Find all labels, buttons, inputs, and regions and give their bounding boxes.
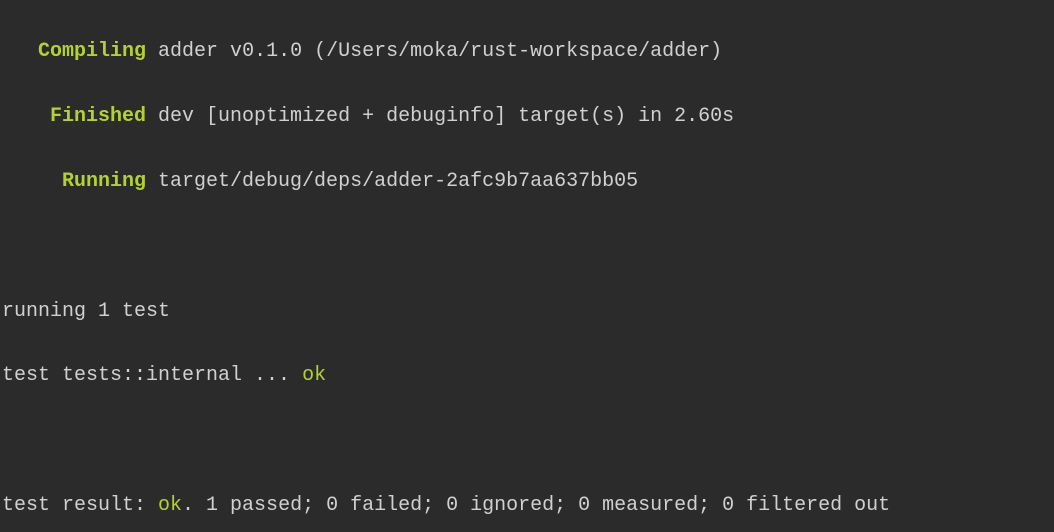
test-status: ok (302, 364, 326, 387)
finished-text: dev [unoptimized + debuginfo] target(s) … (146, 105, 734, 128)
compiling-text: adder v0.1.0 (/Users/moka/rust-workspace… (146, 40, 722, 63)
running-label: Running (62, 170, 146, 193)
blank-line (2, 425, 1052, 457)
finished-label: Finished (50, 105, 146, 128)
result-detail: . 1 passed; 0 failed; 0 ignored; 0 measu… (182, 494, 890, 517)
blank-line (2, 231, 1052, 263)
running-tests-line: running 1 test (2, 296, 1052, 328)
running-text: target/debug/deps/adder-2afc9b7aa637bb05 (146, 170, 638, 193)
test-prefix: test tests::internal ... (2, 364, 302, 387)
test-line: test tests::internal ... ok (2, 360, 1052, 392)
test-result-line: test result: ok. 1 passed; 0 failed; 0 i… (2, 490, 1052, 522)
compiling-line: Compiling adder v0.1.0 (/Users/moka/rust… (2, 36, 1052, 68)
compiling-label: Compiling (38, 40, 146, 63)
running-line: Running target/debug/deps/adder-2afc9b7a… (2, 166, 1052, 198)
result-prefix: test result: (2, 494, 158, 517)
terminal-output: Compiling adder v0.1.0 (/Users/moka/rust… (0, 0, 1054, 532)
result-status: ok (158, 494, 182, 517)
finished-line: Finished dev [unoptimized + debuginfo] t… (2, 101, 1052, 133)
